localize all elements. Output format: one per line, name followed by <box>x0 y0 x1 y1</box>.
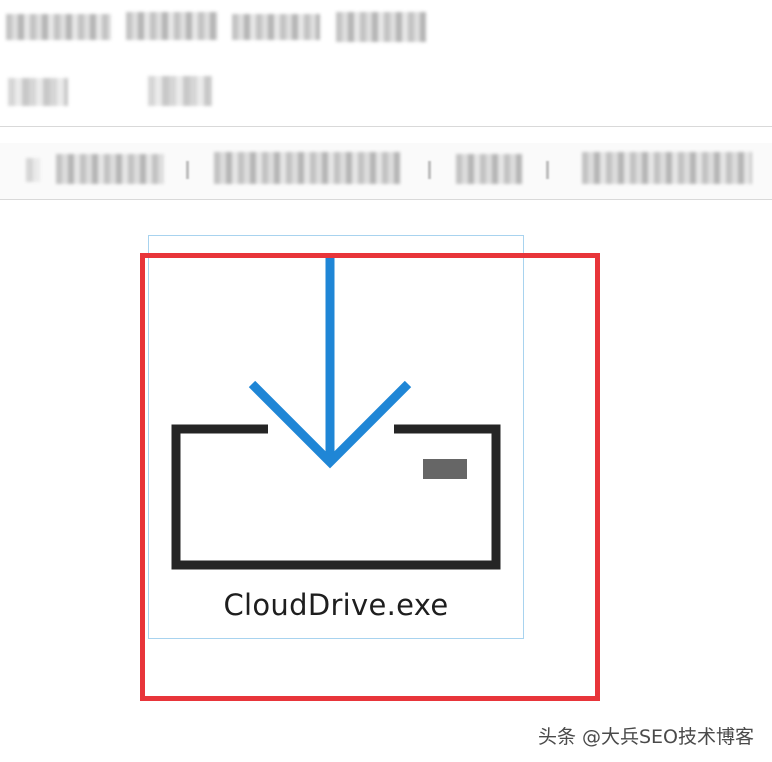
header-divider <box>0 126 772 127</box>
watermark-text: 头条 @大兵SEO技术博客 <box>537 726 754 748</box>
red-highlight-frame <box>140 253 600 701</box>
breadcrumb-divider <box>0 199 772 200</box>
